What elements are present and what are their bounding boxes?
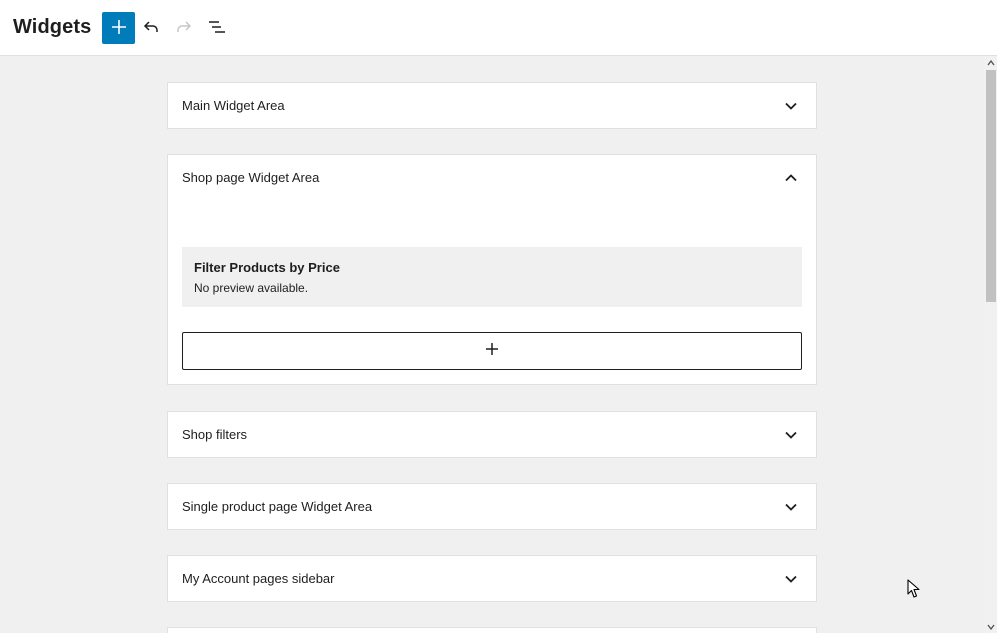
- widget-area-title: Shop filters: [182, 427, 248, 442]
- widget-area-title: Shop page Widget Area: [182, 170, 320, 185]
- widget-area-single-product: Single product page Widget Area: [167, 483, 817, 530]
- widget-area-main: Main Widget Area: [167, 82, 817, 129]
- widget-area-shop-page: Shop page Widget Area Filter Products by…: [167, 154, 817, 385]
- widget-area-toggle[interactable]: Single product page Widget Area: [168, 484, 816, 529]
- editor-header: Widgets: [0, 0, 997, 56]
- add-block-appender[interactable]: [182, 332, 802, 370]
- plus-icon: [485, 342, 499, 361]
- widget-preview-text: No preview available.: [194, 281, 309, 295]
- scrollbar-thumb[interactable]: [986, 70, 996, 302]
- widget-area-title: Main Widget Area: [182, 98, 285, 113]
- widget-area-shop-filters: Shop filters: [167, 411, 817, 458]
- widget-areas-canvas: Main Widget Area Shop page Widget Area F…: [0, 56, 984, 633]
- chevron-down-icon: [782, 97, 800, 115]
- list-view-icon: [208, 18, 226, 39]
- widget-area-my-account: My Account pages sidebar: [167, 555, 817, 602]
- widget-area-toggle[interactable]: Main Widget Area: [168, 83, 816, 128]
- chevron-down-icon: [782, 498, 800, 516]
- widget-area-toggle[interactable]: Shop page Widget Area: [168, 155, 816, 200]
- widget-area-title: Single product page Widget Area: [182, 499, 373, 514]
- widget-area-toggle[interactable]: My Account pages sidebar: [168, 556, 816, 601]
- plus-icon: [110, 18, 128, 39]
- widget-area-title: My Account pages sidebar: [182, 571, 335, 586]
- widget-area-next: [167, 627, 817, 633]
- scroll-down-arrow-icon[interactable]: [984, 620, 997, 633]
- add-block-button[interactable]: [102, 12, 135, 44]
- redo-icon: [175, 18, 193, 39]
- widget-area-toggle[interactable]: Shop filters: [168, 412, 816, 457]
- undo-button[interactable]: [135, 12, 167, 44]
- list-view-button[interactable]: [201, 12, 233, 44]
- widget-name: Filter Products by Price: [194, 260, 340, 275]
- widget-block-filter-by-price[interactable]: Filter Products by Price No preview avai…: [182, 247, 802, 307]
- scroll-up-arrow-icon[interactable]: [984, 56, 997, 69]
- chevron-up-icon: [782, 169, 800, 187]
- mouse-pointer-icon: [907, 579, 921, 599]
- redo-button[interactable]: [168, 12, 200, 44]
- chevron-down-icon: [782, 570, 800, 588]
- undo-icon: [142, 18, 160, 39]
- chevron-down-icon: [782, 426, 800, 444]
- page-title: Widgets: [13, 16, 92, 38]
- page-scrollbar[interactable]: [984, 56, 997, 633]
